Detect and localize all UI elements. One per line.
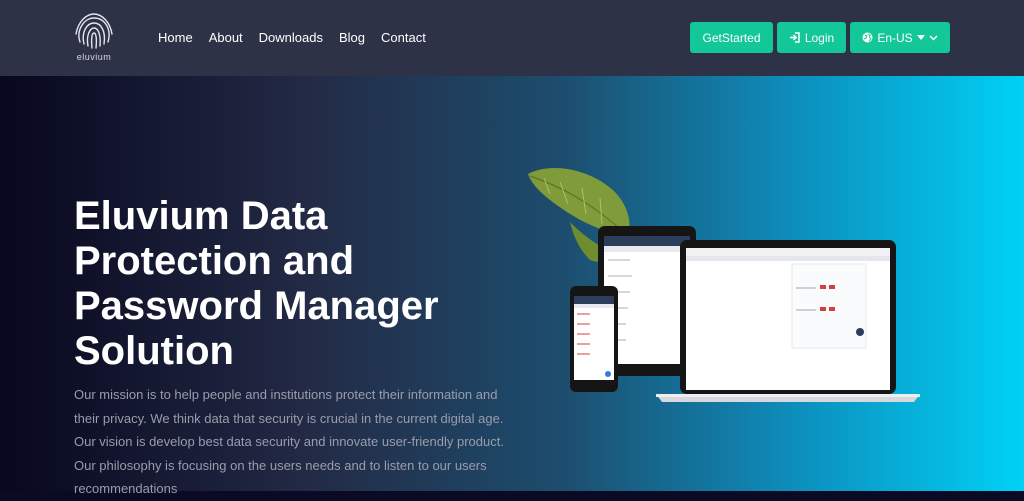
nav-about-link[interactable]: About bbox=[209, 30, 243, 45]
hero-description: Our mission is to help people and instit… bbox=[74, 387, 504, 496]
phone-device bbox=[570, 286, 618, 392]
nav-home-link[interactable]: Home bbox=[158, 30, 193, 45]
get-started-button[interactable]: GetStarted bbox=[690, 22, 773, 53]
get-started-label: GetStarted bbox=[702, 30, 761, 45]
laptop-device bbox=[656, 240, 920, 402]
top-navbar: eluvium Home About Downloads Blog Contac… bbox=[0, 0, 1024, 76]
brand-logo[interactable]: eluvium bbox=[70, 12, 118, 64]
nav-downloads-link[interactable]: Downloads bbox=[259, 30, 323, 45]
sign-in-icon bbox=[789, 32, 800, 43]
main-menu: Home About Downloads Blog Contact bbox=[158, 30, 426, 45]
login-button[interactable]: Login bbox=[777, 22, 846, 53]
devices-illustration bbox=[520, 164, 930, 404]
language-label: En-US bbox=[877, 30, 913, 45]
globe-icon bbox=[862, 32, 873, 43]
logo-text: eluvium bbox=[76, 52, 112, 62]
login-label: Login bbox=[804, 30, 835, 45]
hero-section: Eluvium Data Protection and Password Man… bbox=[0, 76, 1024, 496]
nav-blog-link[interactable]: Blog bbox=[339, 30, 365, 45]
language-dropdown[interactable]: En-US bbox=[850, 22, 950, 53]
chevron-down-icon bbox=[929, 35, 938, 40]
fingerprint-icon bbox=[75, 13, 113, 49]
hero-title: Eluvium Data Protection and Password Man… bbox=[74, 194, 439, 373]
nav-contact-link[interactable]: Contact bbox=[381, 30, 426, 45]
caret-down-icon bbox=[916, 34, 925, 40]
